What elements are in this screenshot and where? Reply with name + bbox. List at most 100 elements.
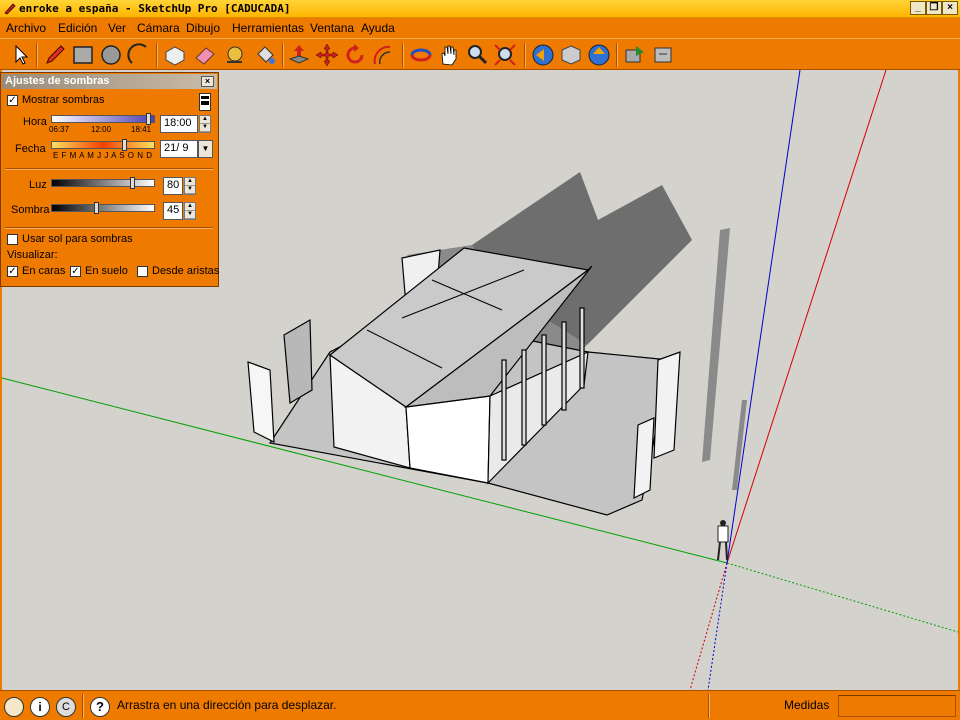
display-label: Visualizar: [7, 249, 58, 261]
date-slider-thumb[interactable] [122, 139, 127, 151]
menu-edicion[interactable]: Edición [58, 21, 97, 35]
light-label: Luz [29, 179, 47, 191]
use-sun-checkbox[interactable] [7, 234, 18, 245]
date-field[interactable]: 21/ 9 [160, 140, 198, 158]
close-button[interactable]: × [942, 1, 958, 15]
scale-figure [717, 520, 729, 561]
get-models-icon[interactable] [558, 42, 584, 68]
time-spinner[interactable]: ▲ ▼ [199, 115, 211, 133]
time-field[interactable]: 18:00 [160, 115, 198, 133]
light-slider[interactable] [51, 177, 155, 189]
credits-icon[interactable]: i [30, 697, 50, 717]
light-spinner[interactable]: ▲ ▼ [184, 177, 196, 195]
on-faces-label: En caras [22, 265, 66, 277]
eraser-icon[interactable] [192, 42, 218, 68]
time-slider[interactable] [51, 113, 155, 125]
green-axis-hidden [726, 562, 958, 633]
time-tick-end: 18:41 [131, 125, 152, 134]
side-panel-back [283, 318, 313, 405]
measurements-label: Medidas [784, 698, 830, 712]
status-separator [708, 694, 710, 718]
from-edges-label: Desde aristas [152, 265, 220, 277]
measurements-input[interactable] [838, 695, 956, 717]
panel-title: Ajustes de sombras × [2, 74, 217, 89]
tape-measure-icon[interactable] [222, 42, 248, 68]
blue-axis [726, 70, 801, 564]
previous-view-icon[interactable] [530, 42, 556, 68]
spin-down-icon[interactable]: ▼ [185, 186, 195, 194]
menu-herramientas[interactable]: Herramientas [232, 21, 304, 35]
close-icon[interactable]: × [201, 76, 214, 87]
spin-up-icon[interactable]: ▲ [200, 116, 210, 124]
status-message: Arrastra en una dirección para desplazar… [117, 698, 337, 712]
components-icon[interactable] [650, 42, 676, 68]
restore-button[interactable]: ❐ [926, 1, 942, 15]
on-faces-checkbox[interactable]: ✓ [7, 266, 18, 277]
shade-slider[interactable] [51, 202, 155, 214]
time-tick-start: 06:37 [49, 125, 70, 134]
push-pull-icon[interactable] [286, 42, 312, 68]
zoom-extents-icon[interactable] [492, 42, 518, 68]
menu-ventana[interactable]: Ventana [310, 21, 354, 35]
menu-bar: Archivo Edición Ver Cámara Dibujo Herram… [0, 18, 960, 38]
collapse-panel-icon[interactable] [199, 93, 211, 111]
side-panel-right-1 [653, 351, 681, 459]
date-month-ticks: E F M A M J J A S O N D [53, 151, 153, 160]
shade-spinner[interactable]: ▲ ▼ [184, 202, 196, 220]
date-dropdown-icon[interactable]: ▼ [198, 140, 213, 158]
make-component-icon[interactable] [162, 42, 188, 68]
zoom-icon[interactable] [464, 42, 490, 68]
panel-divider [5, 227, 213, 229]
spin-down-icon[interactable]: ▼ [200, 124, 210, 132]
share-model-icon[interactable] [586, 42, 612, 68]
shadow-settings-panel: Ajustes de sombras × ✓ Mostrar sombras H… [0, 72, 219, 287]
from-edges-checkbox[interactable] [137, 266, 148, 277]
time-label: Hora [23, 116, 47, 128]
geolocation-icon[interactable] [4, 697, 24, 717]
pencil-icon[interactable] [42, 42, 68, 68]
spin-up-icon[interactable]: ▲ [185, 203, 195, 211]
rectangle-icon[interactable] [70, 42, 96, 68]
shade-slider-thumb[interactable] [94, 202, 99, 214]
window-title: enroke a españa - SketchUp Pro [CADUCADA… [19, 2, 291, 15]
rotate-icon[interactable] [342, 42, 368, 68]
pan-icon[interactable] [436, 42, 462, 68]
time-tick-noon: 12:00 [91, 125, 112, 134]
share-component-icon[interactable] [622, 42, 648, 68]
paint-bucket-icon[interactable] [252, 42, 278, 68]
toolbar-separator [402, 43, 404, 67]
on-ground-checkbox[interactable]: ✓ [70, 266, 81, 277]
title-bar: enroke a españa - SketchUp Pro [CADUCADA… [0, 0, 960, 18]
circle-icon[interactable] [98, 42, 124, 68]
panel-divider [5, 168, 213, 170]
sketchup-app-icon [4, 3, 16, 15]
menu-archivo[interactable]: Archivo [6, 21, 46, 35]
menu-ver[interactable]: Ver [108, 21, 126, 35]
show-shadows-checkbox[interactable]: ✓ [7, 95, 18, 106]
toolbar-separator [524, 43, 526, 67]
on-ground-label: En suelo [85, 265, 128, 277]
user-icon[interactable]: C [56, 697, 76, 717]
blue-axis-hidden [707, 562, 728, 690]
select-icon[interactable] [8, 42, 34, 68]
spin-up-icon[interactable]: ▲ [185, 178, 195, 186]
minimize-button[interactable]: _ [910, 1, 926, 15]
help-icon[interactable]: ? [90, 697, 110, 717]
toolbar-separator [616, 43, 618, 67]
light-slider-thumb[interactable] [130, 177, 135, 189]
spin-down-icon[interactable]: ▼ [185, 211, 195, 219]
date-slider[interactable] [51, 139, 155, 151]
time-slider-thumb[interactable] [146, 113, 151, 125]
light-field[interactable]: 80 [163, 177, 183, 195]
main-toolbar [0, 38, 960, 70]
orbit-icon[interactable] [408, 42, 434, 68]
red-axis [726, 70, 887, 564]
shade-field[interactable]: 45 [163, 202, 183, 220]
menu-camara[interactable]: Cámara [137, 21, 180, 35]
menu-dibujo[interactable]: Dibujo [186, 21, 220, 35]
menu-ayuda[interactable]: Ayuda [361, 21, 395, 35]
move-icon[interactable] [314, 42, 340, 68]
arc-icon[interactable] [126, 42, 152, 68]
offset-icon[interactable] [370, 42, 396, 68]
side-panel-left [247, 361, 275, 443]
